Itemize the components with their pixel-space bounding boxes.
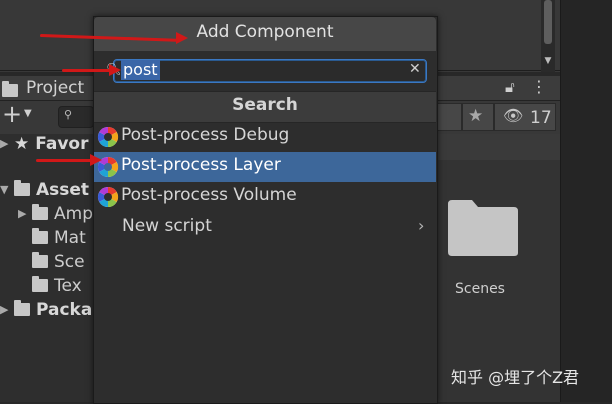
post-process-icon	[97, 186, 119, 208]
expand-triangle-icon[interactable]: ▶	[0, 137, 14, 150]
section-title: Search	[232, 95, 298, 115]
search-icon: ⚲	[64, 108, 73, 121]
annotation-arrowhead	[90, 154, 102, 166]
expand-triangle-icon[interactable]: ▶	[18, 207, 32, 220]
side-panel	[560, 0, 612, 402]
folder-icon	[32, 228, 48, 244]
folder-icon	[32, 252, 48, 268]
search-value[interactable]: post	[121, 60, 160, 80]
collapse-triangle-icon[interactable]: ▼	[0, 183, 14, 196]
hidden-count: 17	[530, 108, 552, 128]
result-post-process-volume[interactable]: Post-process Volume	[94, 182, 436, 212]
star-icon: ★	[468, 106, 484, 126]
grid-item-label[interactable]: Scenes	[455, 281, 505, 297]
scroll-down-arrow-icon[interactable]: ▼	[542, 56, 554, 66]
tree-item-assets[interactable]: ▼ Asset	[0, 180, 89, 202]
chevron-right-icon: ›	[418, 216, 425, 235]
tree-item-favorites[interactable]: ▶ ★ Favor	[0, 134, 88, 156]
folder-icon	[32, 204, 48, 220]
breadcrumb	[436, 134, 560, 160]
tree-item-packages[interactable]: ▶ Packa	[0, 300, 92, 322]
annotation-arrow	[62, 69, 112, 72]
expand-triangle-icon[interactable]: ▶	[0, 303, 14, 316]
watermark: 知乎 @埋了个Z君	[451, 368, 580, 387]
more-options-icon[interactable]: ⋮	[531, 77, 547, 96]
folder-icon[interactable]	[446, 198, 520, 258]
tree-item[interactable]: Sce	[32, 252, 85, 274]
close-icon[interactable]: ✕	[409, 61, 421, 77]
eye-slash-icon: 👁︎	[503, 106, 524, 125]
lock-icon[interactable]: 🔓︎	[505, 78, 515, 96]
result-post-process-layer[interactable]: Post-process Layer	[94, 152, 436, 182]
annotation-arrowhead	[176, 32, 188, 44]
post-process-icon	[97, 126, 119, 148]
component-search-input[interactable]	[113, 59, 427, 83]
annotation-arrow	[36, 159, 94, 162]
scrollbar-thumb[interactable]	[544, 0, 552, 44]
plus-icon[interactable]: +	[2, 100, 22, 128]
result-post-process-debug[interactable]: Post-process Debug	[94, 122, 436, 152]
annotation-arrowhead	[109, 64, 121, 76]
filter-type-button[interactable]	[436, 103, 462, 131]
tree-item[interactable]: Tex	[32, 276, 82, 298]
tree-item[interactable]: Mat	[32, 228, 86, 250]
folder-icon	[14, 300, 30, 316]
project-tab-title: Project	[26, 78, 85, 98]
star-icon: ★	[14, 134, 30, 154]
folder-icon	[2, 81, 18, 97]
new-script-label: New script	[122, 216, 212, 236]
folder-icon	[32, 276, 48, 292]
tree-item[interactable]: ▶ Amp	[18, 204, 93, 226]
folder-icon	[14, 180, 30, 196]
caret-down-icon[interactable]: ▼	[24, 108, 32, 119]
